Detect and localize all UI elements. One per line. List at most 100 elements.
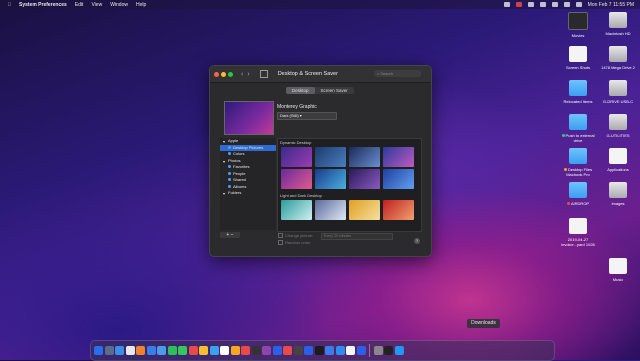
dock-app-icon[interactable] [373, 346, 383, 355]
control-center-icon[interactable] [575, 2, 582, 7]
dock-app-icon[interactable] [125, 346, 135, 355]
wallpaper-thumbnail[interactable] [349, 169, 380, 189]
menu-view[interactable]: View [91, 2, 102, 8]
dock-app-icon[interactable] [384, 346, 393, 355]
desktop-icon[interactable]: AIRDROP [558, 182, 598, 206]
dock-app-icon[interactable] [335, 346, 345, 355]
search-field[interactable]: ⌕ Search [374, 70, 421, 77]
menu-window[interactable]: Window [110, 2, 128, 8]
dock-app-icon[interactable] [304, 346, 313, 355]
sidebar-item[interactable]: ▾ Folders [220, 190, 276, 197]
search-icon[interactable] [563, 2, 570, 7]
change-picture-option[interactable]: Change picture: [278, 233, 313, 239]
dock-app-icon[interactable] [188, 346, 198, 355]
status-icon[interactable] [503, 2, 510, 7]
dock-app-icon[interactable] [262, 346, 271, 355]
dock-app-icon[interactable] [94, 346, 103, 355]
dock-app-icon[interactable] [167, 346, 177, 355]
dock-app-icon[interactable] [115, 346, 124, 355]
dock-app-icon[interactable] [272, 346, 282, 355]
clock[interactable]: Mon Feb 7 11:55 PM [588, 2, 634, 8]
battery-icon[interactable] [539, 2, 546, 7]
add-remove-buttons[interactable]: + − [220, 232, 240, 238]
title-bar[interactable]: ‹ › Desktop & Screen Saver ⌕ Search [210, 66, 431, 83]
wifi-icon[interactable] [551, 2, 558, 7]
tab-desktop[interactable]: Desktop [286, 87, 315, 94]
desktop-icon[interactable]: G-DRIVE USB-C [598, 80, 638, 104]
wallpaper-thumbnail[interactable] [383, 147, 414, 167]
desktop-icon[interactable]: Screen Shots [558, 46, 598, 70]
status-icon[interactable] [527, 2, 534, 7]
desktop-icon[interactable]: Macintosh HD [598, 12, 638, 36]
desktop-icon[interactable]: 2019-04-27 invoice...yard 1028 [558, 218, 598, 247]
wallpaper-thumbnail[interactable] [281, 200, 312, 220]
close-icon[interactable] [214, 71, 219, 77]
interval-select[interactable]: Every 30 minutes [321, 233, 393, 240]
wallpaper-thumbnail[interactable] [281, 147, 312, 167]
minimize-icon[interactable] [221, 71, 226, 77]
tab-screen-saver[interactable]: Screen Saver [315, 87, 354, 94]
desktop-icon[interactable]: 1478 Mega Drive 2 [598, 46, 638, 70]
wallpaper-thumbnail[interactable] [383, 200, 414, 220]
forward-icon[interactable]: › [247, 71, 249, 78]
desktop-icon[interactable]: Music [598, 258, 638, 282]
apple-menu-icon[interactable]:  [7, 2, 12, 8]
dock-app-icon[interactable] [394, 346, 404, 355]
wallpaper-thumbnail[interactable] [349, 147, 380, 167]
desktop-icon-label: Screen Shots [558, 65, 598, 70]
dock-app-icon[interactable] [199, 346, 208, 355]
menu-edit[interactable]: Edit [75, 2, 84, 8]
desktop-icon-label: 2019-04-27 invoice...yard 1028 [558, 237, 598, 247]
dock-separator [369, 344, 370, 357]
sidebar-item-label: Albums [233, 183, 247, 189]
desktop-icon[interactable]: Movies [558, 12, 598, 38]
dock-app-icon[interactable] [356, 346, 366, 355]
dock-app-icon[interactable] [325, 346, 334, 355]
desktop-icon-label: AIRDROP [558, 201, 598, 206]
folder-icon [228, 165, 231, 169]
dock-app-icon[interactable] [104, 346, 114, 355]
dock-app-icon[interactable] [146, 346, 156, 355]
checkbox[interactable] [278, 240, 283, 246]
dock-app-icon[interactable] [230, 346, 240, 355]
desktop-icon-label: Movies [558, 33, 598, 38]
menu-help[interactable]: Help [136, 2, 146, 8]
dock-app-icon[interactable] [178, 346, 187, 355]
folder-icon [228, 178, 231, 182]
dock-app-icon[interactable] [346, 346, 355, 355]
appearance-select[interactable]: Dark (Still) ▾ [277, 112, 337, 120]
desktop-icon[interactable]: Applications [598, 148, 638, 172]
dock-app-icon[interactable] [220, 346, 229, 355]
dock-app-icon[interactable] [241, 346, 250, 355]
back-icon[interactable]: ‹ [241, 71, 243, 78]
desktop-icon-label: 1478 Mega Drive 2 [598, 65, 638, 70]
label-text: AIRDROP [570, 201, 590, 206]
wallpaper-thumbnail[interactable] [281, 169, 312, 189]
wallpaper-thumbnail[interactable] [315, 169, 346, 189]
wallpaper-thumbnail[interactable] [349, 200, 380, 220]
desktop-icon[interactable]: Push to external drive [558, 114, 598, 143]
random-order-option[interactable]: Random order [278, 240, 311, 246]
zoom-icon[interactable] [228, 71, 233, 77]
desktop-icon[interactable]: G-UTILITIES [598, 114, 638, 138]
appearance-value: Dark (Still) [280, 113, 299, 118]
desktop-icon[interactable]: Desktop Files Macbook Pro [558, 148, 598, 177]
dock-app-icon[interactable] [293, 346, 303, 355]
dock-app-icon[interactable] [136, 346, 145, 355]
status-icon[interactable] [515, 2, 522, 7]
wallpaper-thumbnail[interactable] [315, 147, 346, 167]
show-all-icon[interactable] [259, 70, 268, 78]
dock-app-icon[interactable] [157, 346, 166, 355]
dock-app-icon[interactable] [283, 346, 292, 355]
wallpaper-thumbnail[interactable] [383, 169, 414, 189]
dock-app-icon[interactable] [209, 346, 219, 355]
wallpaper-thumbnail[interactable] [315, 200, 346, 220]
checkbox[interactable] [278, 233, 283, 239]
app-menu[interactable]: System Preferences [19, 2, 67, 8]
desktop-icon[interactable]: Images [598, 182, 638, 206]
file-icon [569, 218, 587, 234]
desktop-icon[interactable]: Relocated Items [558, 80, 598, 104]
help-button[interactable]: ? [414, 238, 420, 244]
dock-app-icon[interactable] [314, 346, 324, 355]
dock-app-icon[interactable] [251, 346, 261, 355]
